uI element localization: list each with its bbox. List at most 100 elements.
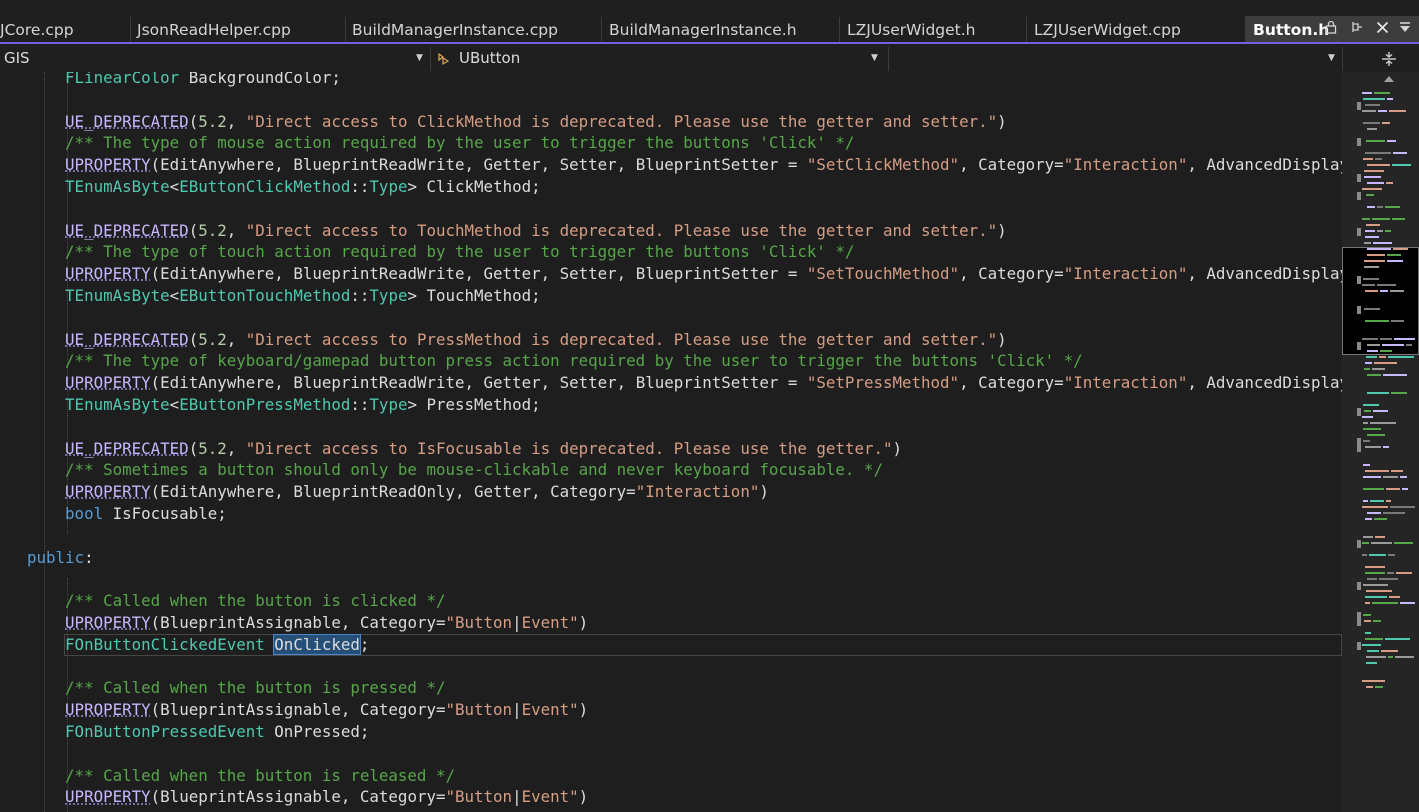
minimap-line <box>1362 284 1375 286</box>
minimap-marker <box>1357 642 1361 650</box>
code-editor[interactable]: FLinearColor BackgroundColor; UE_DEPRECA… <box>0 72 1342 812</box>
minimap-line <box>1380 338 1392 340</box>
code-line[interactable]: /** The type of mouse action required by… <box>27 132 854 154</box>
tab-overflow-icon[interactable] <box>1398 20 1412 40</box>
project-dropdown[interactable]: GIS <box>4 47 30 70</box>
code-line[interactable]: FOnButtonPressedEvent OnPressed; <box>27 721 369 743</box>
tab-buildmanagerinstance-cpp[interactable]: BuildManagerInstance.cpp <box>352 18 558 42</box>
split-window-icon[interactable] <box>1372 47 1406 71</box>
code-line[interactable]: UPROPERTY(BlueprintAssignable, Category=… <box>27 612 588 634</box>
code-line[interactable]: UPROPERTY(EditAnywhere, BlueprintReadWri… <box>27 372 1342 394</box>
minimap-line <box>1366 590 1392 592</box>
minimap-marker <box>1357 276 1361 284</box>
minimap-line <box>1392 164 1411 166</box>
minimap-line <box>1400 602 1415 604</box>
minimap-line <box>1362 188 1382 190</box>
code-line[interactable]: FOnButtonClickedEvent OnClicked; <box>27 633 369 656</box>
minimap-line <box>1385 206 1400 208</box>
code-line[interactable]: /** The type of touch action required by… <box>27 241 854 263</box>
minimap-line <box>1366 656 1386 658</box>
code-line[interactable]: FLinearColor BackgroundColor; <box>27 72 341 89</box>
active-tab-label: Button.h <box>1253 21 1330 39</box>
minimap-line <box>1386 500 1391 502</box>
chevron-down-icon[interactable]: ▼ <box>1328 47 1335 70</box>
minimap-line <box>1369 554 1386 556</box>
minimap-line <box>1392 218 1405 220</box>
minimap-line <box>1394 338 1415 340</box>
minimap-line <box>1363 488 1384 490</box>
minimap-marker <box>1357 582 1361 590</box>
minimap-line <box>1365 518 1372 520</box>
minimap-line <box>1363 584 1388 586</box>
minimap-line <box>1389 110 1406 112</box>
tab-lzjuserwidget-h[interactable]: LZJUserWidget.h <box>847 18 976 42</box>
code-line[interactable]: UE_DEPRECATED(5.2, "Direct access to Pre… <box>27 329 1007 351</box>
minimap-line <box>1367 128 1377 130</box>
minimap-line <box>1377 284 1396 286</box>
scroll-up-arrow-icon[interactable] <box>1384 76 1394 82</box>
code-line[interactable]: UPROPERTY(EditAnywhere, BlueprintReadWri… <box>27 263 1342 285</box>
lock-icon[interactable] <box>1325 20 1337 40</box>
minimap-marker <box>1357 540 1361 548</box>
minimap-line <box>1366 356 1377 358</box>
code-line[interactable]: /** Called when the button is pressed */ <box>27 677 445 699</box>
minimap-line <box>1365 632 1371 634</box>
code-line[interactable]: UPROPERTY(BlueprintAssignable, Category=… <box>27 786 588 808</box>
minimap-line <box>1363 428 1381 430</box>
minimap-line <box>1375 536 1385 538</box>
code-line[interactable]: /** Called when the button is clicked */ <box>27 590 445 612</box>
code-line[interactable]: UE_DEPRECATED(5.2, "Direct access to Tou… <box>27 220 1007 242</box>
minimap-marker <box>1357 138 1361 146</box>
nav-divider <box>430 47 431 71</box>
code-line[interactable]: UPROPERTY(BlueprintAssignable, Category=… <box>27 699 588 721</box>
code-line[interactable]: TEnumAsByte<EButtonPressMethod::Type> Pr… <box>27 394 541 416</box>
minimap-line <box>1366 686 1373 688</box>
code-line[interactable]: bool IsFocusable; <box>27 503 227 525</box>
minimap-line <box>1371 542 1392 544</box>
code-line[interactable]: TEnumAsByte<EButtonClickMethod::Type> Cl… <box>27 176 541 198</box>
chevron-down-icon[interactable]: ▼ <box>416 47 423 70</box>
minimap-line <box>1374 518 1387 520</box>
minimap-line <box>1366 194 1374 196</box>
tab-separator <box>130 17 131 43</box>
chevron-down-icon[interactable]: ▼ <box>871 47 878 70</box>
code-line[interactable]: TEnumAsByte<EButtonTouchMethod::Type> To… <box>27 285 541 307</box>
code-line[interactable]: UE_DEPRECATED(5.2, "Direct access to IsF… <box>27 438 902 460</box>
minimap-line <box>1365 152 1391 154</box>
code-line[interactable]: UPROPERTY(EditAnywhere, BlueprintReadWri… <box>27 154 1342 176</box>
tab-separator <box>1026 17 1027 43</box>
code-line[interactable]: /** Sometimes a button should only be mo… <box>27 459 883 481</box>
minimap-line <box>1370 500 1384 502</box>
minimap-line <box>1367 578 1377 580</box>
tab-separator <box>601 17 602 43</box>
minimap-line <box>1367 344 1380 346</box>
scope-dropdown[interactable]: UButton <box>459 47 520 70</box>
minimap-line <box>1362 680 1385 682</box>
minimap-line <box>1388 356 1414 358</box>
minimap-line <box>1391 392 1407 394</box>
code-line[interactable]: UE_DEPRECATED(5.2, "Direct access to Cli… <box>27 111 1007 133</box>
minimap-scrollbar[interactable] <box>1342 72 1419 812</box>
minimap-line <box>1364 620 1371 622</box>
minimap-line <box>1386 488 1400 490</box>
minimap-line <box>1373 620 1381 622</box>
minimap-line <box>1363 122 1380 124</box>
minimap-line <box>1363 500 1368 502</box>
tab-buildmanagerinstance-h[interactable]: BuildManagerInstance.h <box>609 18 797 42</box>
minimap-line <box>1362 542 1369 544</box>
minimap-line <box>1402 488 1408 490</box>
minimap-line <box>1362 644 1381 646</box>
code-line[interactable]: /** Called when the button is released *… <box>27 765 455 787</box>
minimap-line <box>1380 350 1392 352</box>
tab-jcore-cpp[interactable]: JCore.cpp <box>0 18 74 42</box>
tab-jsonreadhelper-cpp[interactable]: JsonReadHelper.cpp <box>137 18 291 42</box>
minimap-line <box>1372 218 1390 220</box>
code-line[interactable]: /** The type of keyboard/gamepad button … <box>27 350 1083 372</box>
code-line[interactable]: public: <box>27 547 94 569</box>
close-icon[interactable] <box>1376 20 1389 40</box>
tab-lzjuserwidget-cpp[interactable]: LZJUserWidget.cpp <box>1034 18 1181 42</box>
minimap-line <box>1390 506 1415 508</box>
code-line[interactable]: UPROPERTY(EditAnywhere, BlueprintReadOnl… <box>27 481 769 503</box>
pin-icon[interactable] <box>1350 20 1364 40</box>
minimap-line <box>1364 266 1379 268</box>
